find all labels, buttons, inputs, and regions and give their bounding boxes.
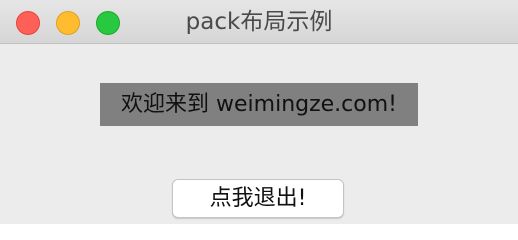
title-bar[interactable]: pack布局示例 — [0, 0, 518, 44]
app-window: pack布局示例 欢迎来到 weimingze.com! 点我退出! — [0, 0, 518, 224]
welcome-label: 欢迎来到 weimingze.com! — [100, 83, 418, 126]
quit-button[interactable]: 点我退出! — [172, 179, 344, 218]
window-title: pack布局示例 — [185, 9, 333, 35]
window-content: 欢迎来到 weimingze.com! 点我退出! — [0, 44, 518, 224]
